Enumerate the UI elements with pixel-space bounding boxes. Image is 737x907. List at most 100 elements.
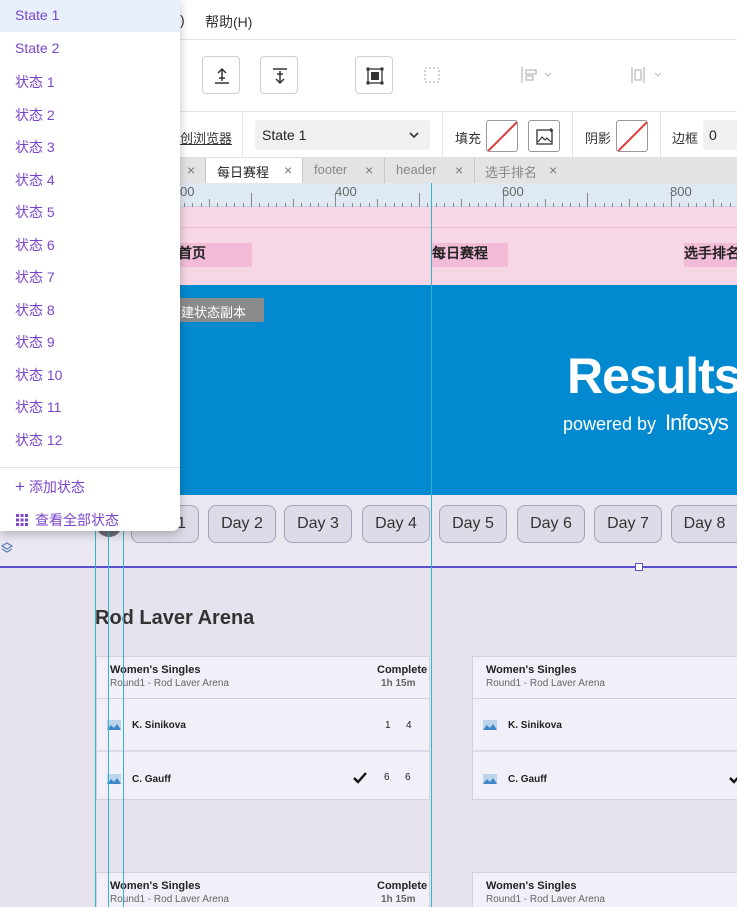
flag-icon bbox=[483, 720, 497, 730]
nav-player-ranking[interactable]: 选手排名 bbox=[684, 243, 737, 263]
day-button-7[interactable]: Day 7 bbox=[594, 505, 662, 543]
fill-color-swatch[interactable] bbox=[486, 120, 518, 152]
add-state-item[interactable]: + 添加状态 bbox=[0, 470, 180, 502]
close-icon[interactable]: × bbox=[455, 162, 463, 178]
banner-powered-by: powered by bbox=[563, 414, 657, 434]
arena-title: Rod Laver Arena bbox=[95, 607, 255, 629]
nav-daily-schedule[interactable]: 每日赛程 bbox=[432, 243, 488, 263]
state-item[interactable]: State 2 bbox=[0, 33, 180, 65]
match-title: Women's Singles bbox=[486, 880, 577, 892]
align-top-button[interactable] bbox=[202, 56, 240, 94]
separator bbox=[442, 112, 443, 158]
add-state-label: 添加状态 bbox=[28, 479, 85, 495]
menu-help[interactable]: 帮助(H) bbox=[205, 12, 252, 32]
align-bottom-button[interactable] bbox=[260, 56, 298, 94]
day-button-4[interactable]: Day 4 bbox=[362, 505, 430, 543]
state-item-label: 状态 2 bbox=[15, 106, 55, 123]
tab-label: header bbox=[396, 162, 437, 177]
shadow-color-swatch[interactable] bbox=[616, 120, 648, 152]
state-dropdown-menu: State 1 State 2 状态 1 状态 2 状态 3 状态 4 状态 5 状态 6 状态… bbox=[0, 0, 180, 531]
fill-image-button[interactable] bbox=[528, 120, 560, 152]
border-width-input[interactable]: 0 bbox=[703, 120, 737, 150]
ruler-label: 800 bbox=[670, 184, 692, 199]
state-item[interactable]: 状态 8 bbox=[0, 293, 180, 325]
state-item-label: 状态 12 bbox=[15, 431, 63, 448]
state-item[interactable]: 状态 3 bbox=[0, 130, 180, 162]
state-item[interactable]: 状态 4 bbox=[0, 163, 180, 195]
separator bbox=[660, 112, 661, 158]
state-item[interactable]: 状态 7 bbox=[0, 260, 180, 292]
close-icon[interactable]: × bbox=[284, 162, 292, 178]
distribute-button[interactable] bbox=[510, 56, 560, 94]
match-subtitle: Round1 - Rod Laver Arena bbox=[486, 894, 605, 905]
state-item-label: 状态 6 bbox=[15, 236, 55, 253]
state-item-label: State 1 bbox=[15, 7, 60, 23]
state-item[interactable]: State 1 bbox=[0, 0, 180, 32]
match-title: Women's Singles bbox=[486, 664, 577, 676]
day-button-label: Day 2 bbox=[221, 515, 263, 532]
layers-icon[interactable] bbox=[0, 541, 14, 555]
distribute-icon bbox=[521, 67, 552, 83]
match-card[interactable]: Women's Singles Round1 - Rod Laver Arena… bbox=[96, 872, 430, 907]
state-item-label: 状态 9 bbox=[15, 334, 55, 350]
banner-title: Results bbox=[567, 348, 737, 404]
border-width-value: 0 bbox=[709, 127, 717, 143]
state-item[interactable]: 状态 10 bbox=[0, 358, 180, 390]
day-button-6[interactable]: Day 6 bbox=[517, 505, 585, 543]
state-item-label: 状态 11 bbox=[15, 399, 62, 415]
group-button[interactable] bbox=[355, 56, 393, 94]
player-name: C. Gauff bbox=[508, 774, 547, 785]
ungroup-icon bbox=[424, 67, 440, 83]
set-score: 6 bbox=[384, 772, 390, 783]
spacing-button[interactable] bbox=[620, 56, 670, 94]
state-item-label: 状态 3 bbox=[15, 139, 55, 155]
match-card[interactable]: Women's Singles Round1 - Rod Laver Arena bbox=[472, 872, 737, 907]
set-score: 1 bbox=[385, 720, 391, 731]
state-item-label: State 2 bbox=[15, 39, 60, 56]
banner-brand: Infosys bbox=[665, 410, 729, 435]
state-item[interactable]: 状态 9 bbox=[0, 325, 180, 357]
state-item[interactable]: 状态 6 bbox=[0, 228, 180, 260]
view-all-states-item[interactable]: 查看全部状态 bbox=[0, 503, 180, 535]
tab-label: footer bbox=[314, 162, 348, 177]
ungroup-button[interactable] bbox=[413, 56, 451, 94]
state-item[interactable]: 状态 1 bbox=[0, 65, 180, 97]
player-row: K. Sinikova 1 4 bbox=[97, 700, 429, 752]
state-select-value: State 1 bbox=[262, 127, 307, 143]
match-subtitle: Round1 - Rod Laver Arena bbox=[110, 894, 229, 905]
tab-label: 选手排名 bbox=[485, 165, 538, 180]
check-icon bbox=[353, 772, 367, 784]
guide-line bbox=[431, 207, 432, 907]
day-button-3[interactable]: Day 3 bbox=[284, 505, 352, 543]
tab-label: 每日赛程 bbox=[217, 165, 270, 180]
image-icon bbox=[536, 128, 553, 145]
day-button-5[interactable]: Day 5 bbox=[439, 505, 507, 543]
divider bbox=[0, 467, 180, 468]
state-item[interactable]: 状态 2 bbox=[0, 98, 180, 130]
close-icon[interactable]: × bbox=[187, 162, 195, 178]
match-duration: 1h 15m bbox=[381, 894, 416, 905]
close-icon[interactable]: × bbox=[365, 162, 373, 178]
separator bbox=[572, 112, 573, 158]
day-button-label: Day 8 bbox=[683, 515, 726, 532]
state-item[interactable]: 状态 12 bbox=[0, 423, 180, 455]
border-label: 边框 bbox=[672, 131, 699, 146]
day-button-2[interactable]: Day 2 bbox=[208, 505, 276, 543]
match-card[interactable]: Women's Singles Round1 - Rod Laver Arena… bbox=[472, 656, 737, 800]
close-icon[interactable]: × bbox=[549, 162, 557, 178]
resize-handle[interactable] bbox=[635, 563, 643, 571]
group-icon bbox=[366, 67, 384, 85]
selection-border bbox=[0, 566, 737, 568]
ruler-label: 400 bbox=[335, 184, 357, 199]
day-button-label: Day 3 bbox=[297, 515, 339, 532]
flag-icon bbox=[483, 774, 497, 784]
match-card[interactable]: Women's Singles Round1 - Rod Laver Arena… bbox=[96, 656, 430, 800]
separator bbox=[242, 112, 243, 158]
state-item[interactable]: 状态 5 bbox=[0, 195, 180, 227]
state-item[interactable]: 状态 11 bbox=[0, 390, 180, 422]
state-select[interactable]: State 1 bbox=[255, 120, 430, 150]
day-button-8[interactable]: Day 8 bbox=[671, 505, 737, 543]
nav-home[interactable]: 首页 bbox=[178, 243, 206, 263]
preview-browser-link[interactable]: 创浏览器 bbox=[180, 128, 232, 147]
check-icon bbox=[729, 776, 737, 784]
